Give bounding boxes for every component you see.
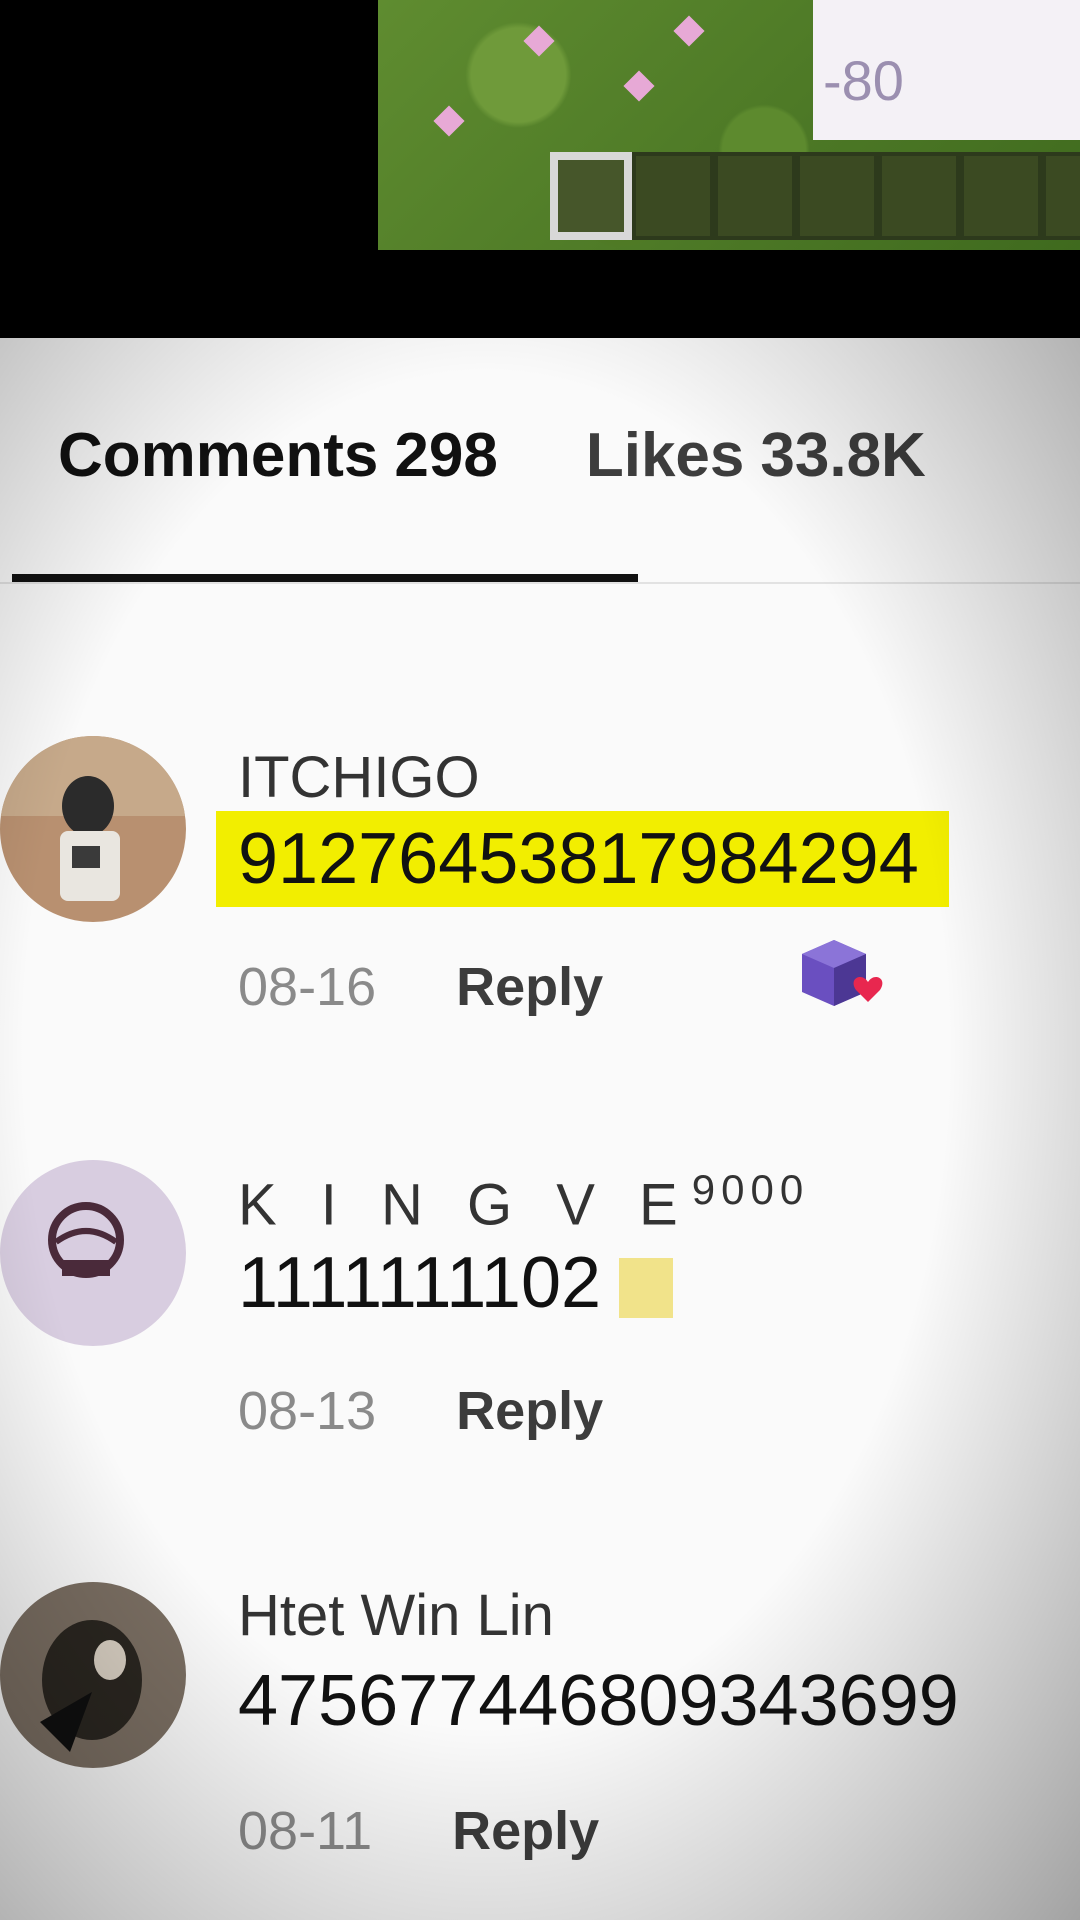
tab-likes-label: Likes	[585, 421, 745, 490]
tab-comments[interactable]: Comments 298	[58, 420, 498, 491]
comment-username[interactable]: Htet Win Lin	[238, 1582, 554, 1649]
tab-likes[interactable]: Likes 33.8K	[586, 420, 926, 491]
comment-date: 08-13	[238, 1381, 377, 1441]
hotbar-slot	[632, 152, 714, 240]
comment-meta: 08-16 Reply	[238, 956, 603, 1018]
hotbar-slot-selected	[550, 152, 632, 240]
comment-text: 475677446809343699	[238, 1661, 959, 1741]
tab-bar: Comments 298 Likes 33.8K	[58, 420, 926, 491]
comment-username[interactable]: ITCHIGO	[238, 744, 480, 811]
avatar[interactable]	[0, 1582, 186, 1768]
creator-liked-icon	[798, 936, 883, 1008]
comments-sheet: Comments 298 Likes 33.8K ITCHIGO 912764538…	[0, 338, 1080, 1920]
comment-date: 08-16	[238, 957, 377, 1017]
comment-date: 08-11	[238, 1801, 373, 1861]
flower-decoration	[673, 15, 705, 47]
comment-meta: 08-13 Reply	[238, 1380, 603, 1442]
comment-text-value: 1111111102	[238, 1243, 602, 1323]
comment-username[interactable]: K I N G V E9000	[238, 1166, 809, 1238]
comment-meta: 08-11 Reply	[238, 1800, 599, 1862]
video-player[interactable]: -80	[0, 0, 1080, 338]
hotbar-slot	[796, 152, 878, 240]
comment-text: 1111111102	[238, 1242, 674, 1324]
hotbar-slot	[878, 152, 960, 240]
tab-comments-count: 298	[394, 421, 498, 490]
hud-value: -80	[823, 49, 904, 112]
comment-username-text: K I N G V E	[238, 1172, 692, 1238]
tab-likes-count: 33.8K	[760, 421, 926, 490]
reply-button[interactable]: Reply	[456, 1381, 603, 1441]
flower-decoration	[523, 25, 555, 57]
flower-decoration	[433, 105, 465, 137]
hotbar-slot	[1042, 152, 1080, 240]
active-tab-indicator	[12, 574, 638, 582]
avatar[interactable]	[0, 736, 186, 922]
tab-divider	[0, 582, 1080, 584]
game-footage: -80	[378, 0, 1080, 250]
comment-username-superscript: 9000	[691, 1166, 810, 1213]
flower-decoration	[623, 70, 655, 102]
tab-comments-label: Comments	[58, 421, 379, 490]
reply-button[interactable]: Reply	[456, 957, 603, 1017]
reply-button[interactable]: Reply	[452, 1801, 599, 1861]
comment-text-highlighted: 91276453817984294	[216, 811, 949, 907]
emoji-icon	[619, 1257, 674, 1318]
comment-text: 91276453817984294	[216, 811, 949, 907]
hotbar-slot	[960, 152, 1042, 240]
hotbar	[550, 152, 1080, 244]
hotbar-slot	[714, 152, 796, 240]
avatar[interactable]	[0, 1160, 186, 1346]
